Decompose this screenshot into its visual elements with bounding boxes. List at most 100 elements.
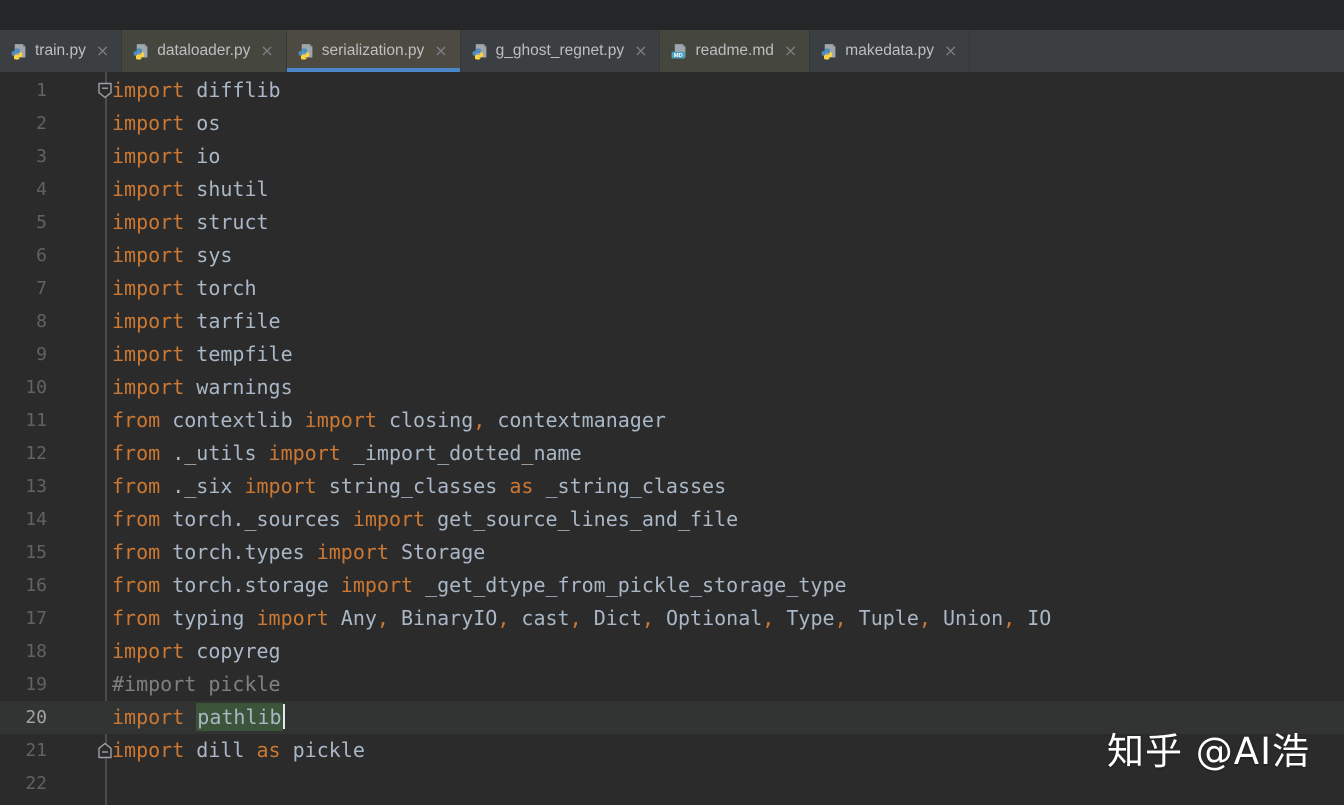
line-number[interactable]: 14 [0,503,47,536]
code-token: import [112,177,184,201]
code-line[interactable]: 9import tempfile [0,338,1344,371]
code-token: #import pickle [112,672,281,696]
line-number[interactable]: 3 [0,140,47,173]
code-token: from [112,540,160,564]
code-token: as [509,474,533,498]
code-token: import [112,705,184,729]
code-token: pathlib [196,703,282,731]
code-token: from [112,408,160,432]
code-token: tarfile [184,309,280,333]
code-token: BinaryIO [389,606,497,630]
code-line[interactable]: 12from ._utils import _import_dotted_nam… [0,437,1344,470]
line-number[interactable]: 16 [0,569,47,602]
line-number[interactable]: 1 [0,74,47,107]
line-number[interactable]: 10 [0,371,47,404]
tab-dataloader.py[interactable]: dataloader.py× [122,30,286,72]
code-line[interactable]: 5import struct [0,206,1344,239]
code-token: torch.storage [160,573,341,597]
code-line[interactable]: 15from torch.types import Storage [0,536,1344,569]
code-token: import [269,441,341,465]
line-number[interactable]: 11 [0,404,47,437]
close-icon[interactable]: × [944,43,957,59]
tab-serialization.py[interactable]: serialization.py× [287,30,461,72]
close-icon[interactable]: × [634,43,647,59]
code-token: os [184,111,220,135]
code-line[interactable]: 11from contextlib import closing, contex… [0,404,1344,437]
line-number[interactable]: 9 [0,338,47,371]
line-number[interactable]: 21 [0,734,47,767]
line-number[interactable]: 5 [0,206,47,239]
markdown-file-icon: MD [670,43,688,60]
line-number[interactable]: 17 [0,602,47,635]
code-token: IO [1015,606,1051,630]
code-token: import [112,210,184,234]
code-token: Any [329,606,377,630]
code-token: import [341,573,413,597]
code-token: ._six [160,474,244,498]
code-line[interactable]: 7import torch [0,272,1344,305]
code-token: io [184,144,220,168]
code-token: string_classes [317,474,510,498]
line-number[interactable]: 6 [0,239,47,272]
code-token: Storage [389,540,485,564]
code-line[interactable]: 13from ._six import string_classes as _s… [0,470,1344,503]
code-line[interactable]: 3import io [0,140,1344,173]
code-line[interactable]: 6 import sys [0,239,1344,272]
line-number[interactable]: 13 [0,470,47,503]
code-token: dill [184,738,256,762]
code-line[interactable]: 10import warnings [0,371,1344,404]
code-token: Union [931,606,1003,630]
code-token: from [112,606,160,630]
tab-makedata.py[interactable]: makedata.py × [810,30,970,72]
tab-g_ghost_regnet.py[interactable]: g_ghost_regnet.py× [461,30,661,72]
line-number[interactable]: 22 [0,767,47,800]
code-token: torch.types [160,540,317,564]
tab-label: train.py [35,42,86,60]
code-line[interactable]: 8import tarfile [0,305,1344,338]
code-editor[interactable]: 1 import difflib2import os3import io4imp… [0,72,1344,805]
tab-train.py[interactable]: train.py × [0,30,122,72]
line-number[interactable]: 7 [0,272,47,305]
line-number[interactable]: 12 [0,437,47,470]
code-token: import [112,738,184,762]
code-line[interactable]: 18import copyreg [0,635,1344,668]
code-line[interactable]: 1 import difflib [0,74,1344,107]
code-token: _string_classes [533,474,726,498]
code-token: sys [184,243,232,267]
fold-marker-collapse-end-icon[interactable] [96,741,114,760]
code-token: closing [377,408,473,432]
code-token: , [497,606,509,630]
close-icon[interactable]: × [434,43,447,59]
code-token: import [112,243,184,267]
code-token: import [112,111,184,135]
code-token [184,705,196,729]
code-token: shutil [184,177,268,201]
fold-marker-collapse-start-icon[interactable] [96,81,114,100]
code-line[interactable]: 14from torch._sources import get_source_… [0,503,1344,536]
code-line[interactable]: 19 #import pickle [0,668,1344,701]
line-number[interactable]: 4 [0,173,47,206]
line-number[interactable]: 19 [0,668,47,701]
code-token: Tuple [847,606,919,630]
tab-label: readme.md [695,42,773,60]
tab-label: makedata.py [845,42,934,60]
line-number[interactable]: 2 [0,107,47,140]
tab-readme.md[interactable]: MD readme.md × [660,30,810,72]
code-line[interactable]: 4 import shutil [0,173,1344,206]
code-line[interactable]: 2 import os [0,107,1344,140]
close-icon[interactable]: × [784,43,797,59]
window-titlebar [0,0,1344,30]
line-number[interactable]: 8 [0,305,47,338]
line-number[interactable]: 15 [0,536,47,569]
close-icon[interactable]: × [96,43,109,59]
code-token: Type [774,606,834,630]
code-line[interactable]: 16from torch.storage import _get_dtype_f… [0,569,1344,602]
code-token: difflib [184,78,280,102]
code-token: contextlib [160,408,305,432]
line-number[interactable]: 18 [0,635,47,668]
line-number[interactable]: 20 [0,701,47,734]
code-token: import [112,78,184,102]
close-icon[interactable]: × [260,43,273,59]
code-line[interactable]: 17from typing import Any, BinaryIO, cast… [0,602,1344,635]
code-token: import [244,474,316,498]
